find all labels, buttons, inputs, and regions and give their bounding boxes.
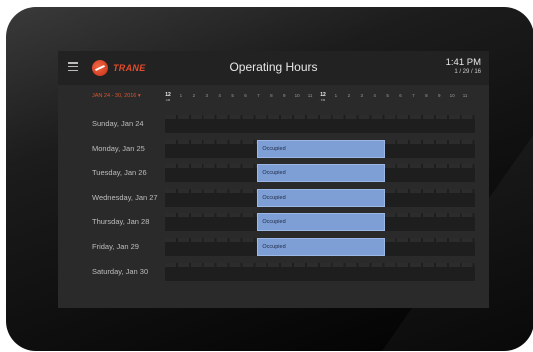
hour-tick: 12 PM	[320, 92, 326, 103]
occupied-label: Occupied	[262, 170, 286, 177]
day-label: Sunday, Jan 24	[92, 119, 144, 128]
hour-tick: 3	[360, 93, 364, 98]
occupied-label: Occupied	[262, 219, 286, 226]
occupied-block[interactable]: Occupied	[257, 188, 386, 207]
day-schedule-track[interactable]: Occupied	[165, 188, 475, 207]
hour-tick: 2	[347, 93, 351, 98]
clock-time: 1:41 PM	[445, 57, 481, 68]
hour-tick: 5	[231, 93, 234, 98]
hour-tick: 1	[334, 93, 338, 98]
day-schedule-track[interactable]: Occupied	[165, 164, 475, 183]
clock-date: 1 / 29 / 16	[454, 69, 481, 75]
hour-tick: 3	[205, 93, 209, 98]
hour-tick: 9	[282, 93, 286, 98]
hour-tick: 2	[192, 93, 196, 98]
hour-tick: 9	[437, 93, 441, 98]
pm-label: PM	[320, 98, 326, 102]
tablet-screen: TRANE Operating Hours 1:41 PM 1 / 29 / 1…	[58, 51, 489, 308]
occupied-block[interactable]: Occupied	[257, 238, 386, 256]
top-bar: TRANE Operating Hours 1:41 PM 1 / 29 / 1…	[58, 51, 489, 85]
day-label: Friday, Jan 29	[92, 242, 139, 251]
hour-tick: 7	[412, 93, 415, 98]
hour-tick: 4	[373, 93, 376, 98]
hour-tick: 4	[218, 93, 221, 98]
day-label: Thursday, Jan 28	[92, 217, 150, 227]
hour-tick: 12 AM	[165, 92, 171, 103]
day-schedule-track[interactable]	[165, 115, 475, 133]
hour-tick: 7	[257, 93, 260, 98]
page-title: Operating Hours	[229, 60, 318, 74]
day-schedule-track[interactable]: Occupied	[165, 213, 475, 232]
occupied-block[interactable]: Occupied	[257, 139, 386, 158]
hour-tick: 8	[425, 93, 428, 98]
hour-tick: 6	[399, 93, 402, 98]
occupied-label: Occupied	[262, 145, 286, 152]
occupied-label: Occupied	[262, 244, 286, 250]
caret-down-icon: ▾	[137, 93, 141, 99]
day-schedule-track[interactable]: Occupied	[165, 139, 475, 158]
date-range-dropdown[interactable]: JAN 24 - 30, 2016 ▾	[92, 93, 141, 99]
clock: 1:41 PM 1 / 29 / 16	[446, 57, 481, 76]
am-label: AM	[165, 98, 171, 102]
hour-tick: 10	[294, 93, 300, 98]
day-label: Monday, Jan 25	[92, 143, 145, 153]
hour-tick: 10	[449, 93, 455, 98]
hour-tick: 1	[179, 93, 183, 98]
day-label: Saturday, Jan 30	[92, 266, 149, 276]
day-label: Tuesday, Jan 26	[92, 168, 147, 178]
occupied-block[interactable]: Occupied	[257, 213, 386, 232]
occupied-label: Occupied	[262, 194, 286, 201]
hour-tick: 11	[462, 93, 468, 98]
hour-ruler: 12 AM 1 2 3 4 5 6 7 8 9 10 11 12 PM 1 2 3 4 5 6 7 8 9 10 11	[165, 93, 475, 105]
hour-tick: 5	[386, 93, 389, 98]
day-schedule-track[interactable]	[165, 262, 475, 281]
date-range-label: JAN 24 - 30, 2016	[92, 93, 137, 99]
hour-tick: 6	[244, 93, 247, 98]
occupied-block[interactable]: Occupied	[257, 164, 386, 183]
hour-tick: 11	[307, 93, 313, 98]
day-schedule-track[interactable]: Occupied	[165, 238, 475, 256]
hour-tick: 8	[270, 93, 273, 98]
day-label: Wednesday, Jan 27	[92, 192, 158, 202]
